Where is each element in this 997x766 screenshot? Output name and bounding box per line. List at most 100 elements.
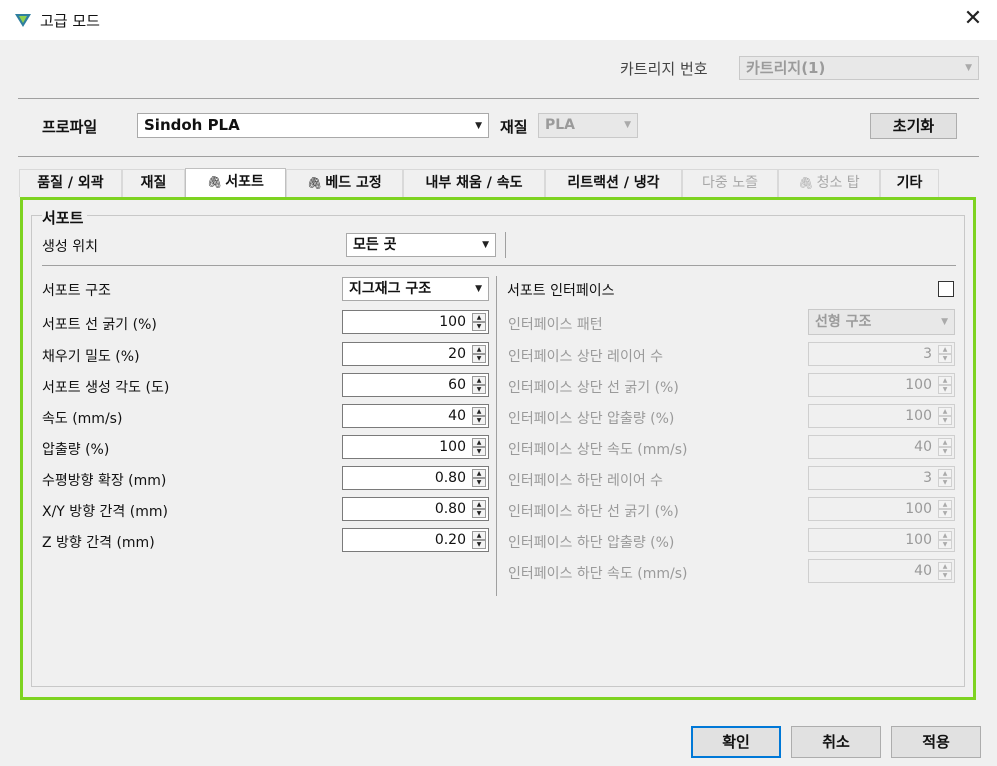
cartridge-label: 카트리지 번호 bbox=[620, 60, 708, 78]
tab-multi-nozzle[interactable]: 다중 노즐 bbox=[682, 169, 778, 197]
field-label: 인터페이스 상단 선 굵기 (%) bbox=[508, 380, 679, 396]
spin-down-icon[interactable]: ▼ bbox=[938, 385, 952, 394]
field-value: 60 bbox=[448, 377, 466, 393]
spin-down-icon[interactable]: ▼ bbox=[938, 416, 952, 425]
support-angle-input[interactable]: 60 ▲ ▼ bbox=[342, 373, 489, 397]
interface-top-layers-input[interactable]: 3 ▲ ▼ bbox=[808, 342, 955, 366]
field-label: 채우기 밀도 (%) bbox=[42, 349, 140, 365]
field-value: 100 bbox=[439, 439, 466, 455]
apply-button[interactable]: 적용 bbox=[891, 726, 981, 758]
reset-button[interactable]: 초기화 bbox=[870, 113, 957, 139]
cancel-button[interactable]: 취소 bbox=[791, 726, 881, 758]
z-distance-input[interactable]: 0.20 ▲ ▼ bbox=[342, 528, 489, 552]
spin-up-icon[interactable]: ▲ bbox=[472, 531, 486, 540]
interface-checkbox[interactable] bbox=[938, 281, 954, 297]
spin-down-icon[interactable]: ▼ bbox=[938, 478, 952, 487]
field-label: 서포트 생성 각도 (도) bbox=[42, 380, 170, 396]
spin-up-icon[interactable]: ▲ bbox=[472, 345, 486, 354]
tab-infill-speed[interactable]: 내부 채움 / 속도 bbox=[403, 169, 545, 197]
support-line-width-input[interactable]: 100 ▲ ▼ bbox=[342, 310, 489, 334]
spin-down-icon[interactable]: ▼ bbox=[472, 447, 486, 456]
spin-down-icon[interactable]: ▼ bbox=[938, 509, 952, 518]
interface-label: 서포트 인터페이스 bbox=[507, 283, 615, 299]
chevron-down-icon: ▼ bbox=[475, 121, 482, 131]
support-speed-input[interactable]: 40 ▲ ▼ bbox=[342, 404, 489, 428]
spin-up-icon[interactable]: ▲ bbox=[472, 376, 486, 385]
tab-label: 다중 노즐 bbox=[702, 175, 758, 191]
profile-select[interactable]: Sindoh PLA ▼ bbox=[137, 113, 489, 138]
structure-select[interactable]: 지그재그 구조 ▼ bbox=[342, 277, 489, 301]
tab-support[interactable]: 🖇 서포트 bbox=[185, 168, 286, 198]
spin-up-icon[interactable]: ▲ bbox=[472, 469, 486, 478]
field-label: 인터페이스 상단 속도 (mm/s) bbox=[508, 442, 688, 458]
spin-up-icon[interactable]: ▲ bbox=[472, 313, 486, 322]
interface-pattern-select[interactable]: 선형 구조 ▼ bbox=[808, 309, 955, 335]
chevron-down-icon: ▼ bbox=[624, 120, 631, 130]
interface-top-extrusion-input[interactable]: 100 ▲ ▼ bbox=[808, 404, 955, 428]
field-label: 인터페이스 상단 압출량 (%) bbox=[508, 411, 675, 427]
spin-down-icon[interactable]: ▼ bbox=[938, 447, 952, 456]
field-value: 0.80 bbox=[434, 501, 466, 517]
spin-down-icon[interactable]: ▼ bbox=[472, 322, 486, 331]
tab-label: 품질 / 외곽 bbox=[37, 175, 104, 191]
tab-label: 베드 고정 bbox=[325, 175, 382, 191]
field-label: 인터페이스 상단 레이어 수 bbox=[508, 349, 664, 365]
tab-label: 서포트 bbox=[225, 174, 264, 190]
interface-bottom-speed-input[interactable]: 40 ▲ ▼ bbox=[808, 559, 955, 583]
structure-value: 지그재그 구조 bbox=[349, 281, 432, 297]
spin-down-icon[interactable]: ▼ bbox=[472, 540, 486, 549]
interface-pattern-label: 인터페이스 패턴 bbox=[508, 317, 603, 333]
field-label: X/Y 방향 간격 (mm) bbox=[42, 504, 168, 520]
spin-up-icon[interactable]: ▲ bbox=[472, 500, 486, 509]
material-select[interactable]: PLA ▼ bbox=[538, 113, 638, 138]
field-value: 100 bbox=[905, 501, 932, 517]
interface-bottom-width-input[interactable]: 100 ▲ ▼ bbox=[808, 497, 955, 521]
extrusion-input[interactable]: 100 ▲ ▼ bbox=[342, 435, 489, 459]
field-label: 압출량 (%) bbox=[42, 442, 110, 458]
spin-down-icon[interactable]: ▼ bbox=[472, 478, 486, 487]
interface-bottom-extrusion-input[interactable]: 100 ▲ ▼ bbox=[808, 528, 955, 552]
placement-select[interactable]: 모든 곳 ▼ bbox=[346, 233, 496, 257]
interface-pattern-value: 선형 구조 bbox=[815, 314, 872, 330]
divider bbox=[42, 265, 956, 266]
divider bbox=[18, 156, 979, 157]
xy-distance-input[interactable]: 0.80 ▲ ▼ bbox=[342, 497, 489, 521]
tab-etc[interactable]: 기타 bbox=[880, 169, 939, 197]
spin-up-icon[interactable]: ▲ bbox=[472, 438, 486, 447]
field-value: 100 bbox=[905, 532, 932, 548]
tab-quality[interactable]: 품질 / 외곽 bbox=[19, 169, 122, 197]
divider bbox=[496, 276, 497, 596]
divider bbox=[505, 232, 506, 258]
spin-up-icon[interactable]: ▲ bbox=[938, 407, 952, 416]
interface-bottom-layers-input[interactable]: 3 ▲ ▼ bbox=[808, 466, 955, 490]
spin-up-icon[interactable]: ▲ bbox=[938, 345, 952, 354]
spin-down-icon[interactable]: ▼ bbox=[472, 354, 486, 363]
tab-material[interactable]: 재질 bbox=[122, 169, 185, 197]
spin-up-icon[interactable]: ▲ bbox=[938, 376, 952, 385]
spin-down-icon[interactable]: ▼ bbox=[472, 385, 486, 394]
spin-up-icon[interactable]: ▲ bbox=[472, 407, 486, 416]
spin-down-icon[interactable]: ▼ bbox=[938, 354, 952, 363]
infill-density-input[interactable]: 20 ▲ ▼ bbox=[342, 342, 489, 366]
spin-down-icon[interactable]: ▼ bbox=[472, 416, 486, 425]
field-value: 100 bbox=[439, 314, 466, 330]
tab-retraction-cooling[interactable]: 리트랙션 / 냉각 bbox=[545, 169, 682, 197]
spin-down-icon[interactable]: ▼ bbox=[938, 571, 952, 580]
tab-prime-tower[interactable]: 🖇 청소 탑 bbox=[778, 169, 880, 197]
field-value: 3 bbox=[923, 346, 932, 362]
spin-down-icon[interactable]: ▼ bbox=[472, 509, 486, 518]
field-value: 3 bbox=[923, 470, 932, 486]
interface-top-speed-input[interactable]: 40 ▲ ▼ bbox=[808, 435, 955, 459]
spin-down-icon[interactable]: ▼ bbox=[938, 540, 952, 549]
tab-bed-adhesion[interactable]: 🖇 베드 고정 bbox=[286, 169, 403, 197]
horizontal-expansion-input[interactable]: 0.80 ▲ ▼ bbox=[342, 466, 489, 490]
spin-up-icon[interactable]: ▲ bbox=[938, 500, 952, 509]
spin-up-icon[interactable]: ▲ bbox=[938, 438, 952, 447]
interface-top-width-input[interactable]: 100 ▲ ▼ bbox=[808, 373, 955, 397]
cartridge-select[interactable]: 카트리지(1) ▼ bbox=[739, 56, 979, 80]
close-icon[interactable]: ✕ bbox=[961, 8, 985, 32]
spin-up-icon[interactable]: ▲ bbox=[938, 562, 952, 571]
ok-button[interactable]: 확인 bbox=[691, 726, 781, 758]
spin-up-icon[interactable]: ▲ bbox=[938, 531, 952, 540]
spin-up-icon[interactable]: ▲ bbox=[938, 469, 952, 478]
